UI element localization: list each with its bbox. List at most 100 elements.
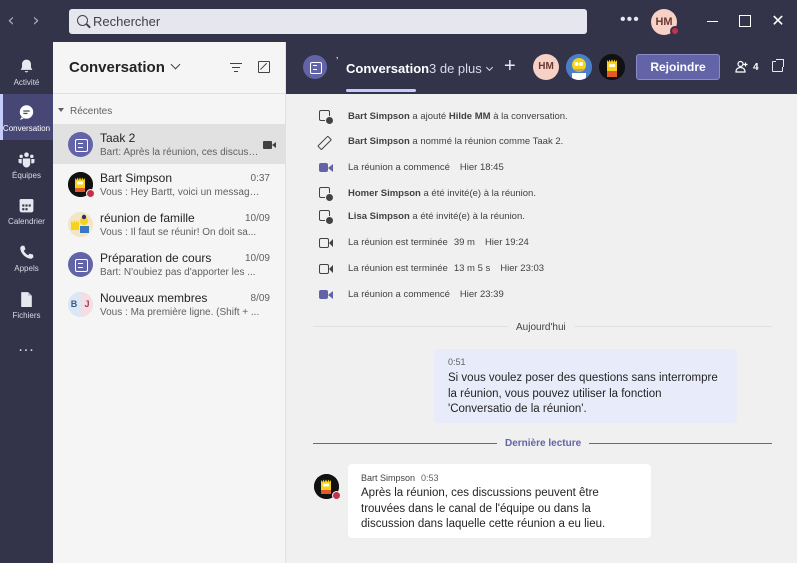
app-bar: Activité Conversation Équipes Calendrier… bbox=[0, 42, 53, 563]
list-item[interactable]: B J Nouveaux membres Vous : Ma première … bbox=[53, 284, 285, 324]
event-row: La réunion est terminée 39 m Hier 19:24 bbox=[286, 233, 797, 253]
avatar bbox=[68, 172, 95, 198]
appbar-item-calendar[interactable]: Calendrier bbox=[0, 187, 53, 233]
chat-preview: Vous : Ma première ligne. (Shift + ... bbox=[100, 307, 260, 318]
bart-avatar-icon bbox=[599, 54, 625, 80]
chat-preview: Bart: Après la réunion, ces discussions … bbox=[100, 147, 260, 158]
list-item[interactable]: Bart Simpson Vous : Hey Bartt, voici un … bbox=[53, 164, 285, 204]
recent-section-header[interactable]: Récentes bbox=[58, 106, 112, 117]
busy-status-icon bbox=[86, 189, 95, 198]
more-options-icon[interactable]: ••• bbox=[620, 12, 640, 28]
event-target: Hilde MM bbox=[448, 111, 491, 122]
phone-icon bbox=[20, 245, 34, 259]
chat-icon bbox=[19, 105, 34, 120]
chevron-down-icon[interactable] bbox=[170, 59, 181, 70]
search-box[interactable] bbox=[69, 9, 587, 34]
date-divider-label: Aujourd'hui bbox=[508, 322, 574, 333]
event-action: La réunion a commencé bbox=[348, 289, 450, 300]
teams-icon bbox=[18, 152, 35, 168]
chat-time: 0:37 bbox=[250, 173, 270, 184]
chat-time: 10/09 bbox=[244, 253, 270, 264]
title-bar: ‹ › ••• HM ✕ bbox=[0, 0, 797, 42]
minimize-button[interactable] bbox=[704, 12, 722, 30]
more-tabs-button[interactable]: 3 de plus bbox=[429, 61, 493, 76]
appbar-item-calls[interactable]: Appels bbox=[0, 234, 53, 280]
close-button[interactable]: ✕ bbox=[769, 12, 787, 30]
chat-name: Nouveaux membres bbox=[100, 291, 208, 305]
homer-avatar-icon bbox=[566, 54, 592, 80]
video-ended-icon bbox=[319, 236, 333, 249]
event-row: La réunion a commencé Hier 18:45 bbox=[286, 158, 797, 178]
chat-list-pane: Conversation Récentes Taak 2 Bart: Après… bbox=[53, 42, 286, 563]
list-item[interactable]: Préparation de cours Bart: N'oubiez pas … bbox=[53, 244, 285, 284]
appbar-label: Calendrier bbox=[8, 217, 45, 226]
video-call-icon bbox=[263, 141, 276, 149]
filter-icon[interactable] bbox=[230, 63, 242, 73]
busy-status-icon bbox=[332, 491, 341, 500]
new-chat-icon[interactable] bbox=[258, 61, 270, 73]
appbar-item-conversation[interactable]: Conversation bbox=[0, 94, 53, 140]
event-time: Hier 18:45 bbox=[459, 162, 504, 173]
event-text: Lisa Simpson a été invité(e) à la réunio… bbox=[348, 211, 525, 222]
event-row: Homer Simpson a été invité(e) à la réuni… bbox=[286, 184, 797, 204]
conversation-area: Bart Simpson a ajouté Hilde MM à la conv… bbox=[286, 94, 797, 563]
message-text: Après la réunion, ces discussions peuven… bbox=[361, 487, 606, 530]
last-read-label: Dernière lecture bbox=[497, 438, 590, 449]
appbar-label: Appels bbox=[14, 264, 39, 273]
participant-avatar[interactable] bbox=[599, 54, 625, 80]
event-row: La réunion a commencé Hier 23:39 bbox=[286, 285, 797, 305]
avatar[interactable] bbox=[314, 474, 341, 500]
back-arrow-icon[interactable]: ‹ bbox=[3, 11, 19, 31]
appbar-item-activity[interactable]: Activité bbox=[0, 48, 53, 94]
chat-list-title[interactable]: Conversation bbox=[69, 59, 165, 76]
chat-preview: Vous : Hey Bartt, voici un message... bbox=[100, 187, 260, 198]
collapse-triangle-icon bbox=[58, 108, 64, 112]
more-apps-icon[interactable]: ... bbox=[0, 338, 53, 356]
pencil-icon bbox=[316, 132, 335, 151]
appbar-item-teams[interactable]: Équipes bbox=[0, 141, 53, 187]
event-action: a nommé la réunion comme Taak 2. bbox=[409, 136, 564, 147]
event-action: La réunion est terminée bbox=[348, 263, 448, 274]
chat-name: Taak 2 bbox=[100, 131, 136, 145]
more-tabs-label: 3 de plus bbox=[429, 61, 482, 76]
search-input[interactable] bbox=[93, 9, 573, 34]
tab-conversation[interactable]: Conversation bbox=[346, 61, 429, 76]
chat-name: Bart Simpson bbox=[100, 171, 173, 185]
search-icon bbox=[77, 15, 88, 26]
event-action: a été invité(e) à la réunion. bbox=[409, 211, 525, 222]
event-text: Bart Simpson a nommé la réunion comme Ta… bbox=[348, 136, 563, 147]
list-item[interactable]: Taak 2 Bart: Après la réunion, ces discu… bbox=[53, 124, 285, 164]
chat-list-header: Conversation bbox=[53, 42, 285, 94]
message-time: 0:51 bbox=[448, 357, 466, 367]
event-duration: 39 m bbox=[453, 237, 475, 248]
forward-arrow-icon[interactable]: › bbox=[28, 11, 44, 31]
add-person-icon bbox=[319, 187, 334, 202]
add-tab-icon[interactable]: + bbox=[504, 55, 516, 77]
event-action: La réunion a commencé bbox=[348, 162, 450, 173]
message-text: Si vous voulez poser des questions sans … bbox=[448, 372, 718, 415]
add-person-icon bbox=[319, 110, 334, 125]
maximize-button[interactable] bbox=[736, 12, 754, 30]
appbar-label: Conversation bbox=[2, 124, 51, 133]
appbar-label: Équipes bbox=[12, 171, 41, 180]
list-item[interactable]: réunion de famille Vous : Il faut se réu… bbox=[53, 204, 285, 244]
chat-preview: Vous : Il faut se réunir! On doit sa... bbox=[100, 227, 257, 238]
appbar-item-files[interactable]: Fichiers bbox=[0, 281, 53, 327]
event-actor: Bart Simpson bbox=[348, 136, 410, 147]
participants-icon[interactable] bbox=[735, 60, 749, 74]
join-button[interactable]: Rejoindre bbox=[636, 54, 720, 80]
user-avatar[interactable]: HM bbox=[651, 9, 680, 36]
incoming-message-bubble[interactable]: Bart Simpson 0:53 Après la réunion, ces d… bbox=[348, 464, 651, 538]
conversation-header: ’ Conversation 3 de plus + HM Rejoindre … bbox=[286, 42, 797, 94]
video-started-icon bbox=[319, 288, 333, 301]
user-avatar-initials: HM bbox=[655, 16, 673, 28]
event-actor: Lisa Simpson bbox=[348, 211, 410, 222]
file-icon bbox=[21, 292, 32, 307]
participant-avatar[interactable] bbox=[566, 54, 592, 80]
event-row: Bart Simpson a ajouté Hilde MM à la conv… bbox=[286, 107, 797, 127]
pop-out-icon[interactable] bbox=[772, 59, 784, 72]
group-avatar-icon bbox=[68, 212, 93, 237]
my-message-bubble[interactable]: 0:51 Si vous voulez poser des questions … bbox=[434, 349, 737, 423]
participant-avatar[interactable]: HM bbox=[533, 54, 559, 80]
event-text: Bart Simpson a ajouté Hilde MM à la conv… bbox=[348, 111, 568, 122]
